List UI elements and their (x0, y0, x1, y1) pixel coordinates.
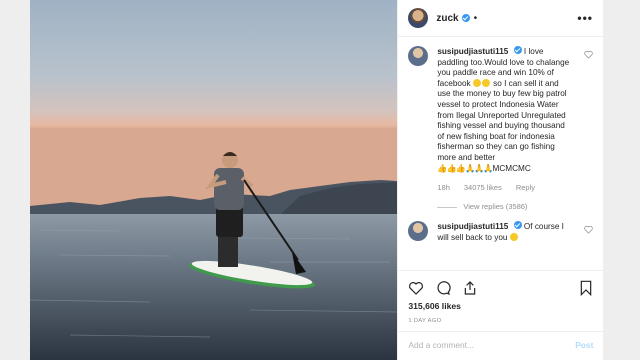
share-icon[interactable] (462, 280, 478, 296)
replies-divider (437, 206, 458, 208)
paddleboard-photo (30, 0, 398, 360)
post-header: zuck • ••• (398, 0, 603, 37)
commenter-username[interactable]: susipudjiastuti115 (437, 47, 508, 56)
comment-icon[interactable] (435, 280, 451, 296)
view-replies[interactable]: View replies (3586) (437, 202, 572, 213)
comment-text-end: MCMCMC (492, 163, 531, 173)
author-avatar[interactable] (408, 8, 429, 28)
heart-icon[interactable] (584, 50, 594, 59)
commenter-username[interactable]: susipudjiastuti115 (437, 222, 508, 231)
comment-input[interactable] (408, 340, 559, 350)
verified-badge-icon (513, 221, 522, 230)
instagram-post: zuck • ••• susipudjiastuti115 I love pad… (30, 0, 604, 360)
view-replies-label: View replies (3586) (463, 201, 528, 211)
comment-meta: 18h 34075 likes Reply (437, 183, 572, 194)
author-username[interactable]: zuck (436, 13, 458, 24)
header-separator: • (473, 12, 478, 24)
comment-item: susipudjiastuti115 Of course I will sell… (398, 212, 603, 243)
divider (398, 331, 604, 332)
comment-item: susipudjiastuti115 I love paddling too.W… (398, 37, 603, 212)
grin-emoji-icon (473, 78, 482, 87)
grin-emoji-icon (482, 78, 491, 87)
comment-text-cont: so I can sell it and use the money to bu… (437, 78, 567, 162)
add-comment-bar: Post (408, 340, 593, 350)
smile-emoji-icon (510, 232, 519, 241)
reply-button[interactable]: Reply (516, 183, 535, 194)
likes-count[interactable]: 315,606 likes (408, 301, 461, 311)
post-timestamp: 1 DAY AGO (408, 318, 442, 324)
post-photo[interactable] (30, 0, 398, 360)
heart-icon[interactable] (408, 280, 424, 296)
verified-badge-icon (513, 46, 522, 54)
more-options-icon[interactable]: ••• (577, 11, 593, 25)
comment-likes[interactable]: 34075 likes (464, 183, 502, 194)
verified-badge-icon (461, 14, 470, 22)
commenter-avatar[interactable] (408, 46, 429, 66)
comment-body: susipudjiastuti115 I love paddling too.W… (437, 46, 572, 212)
comment-body: susipudjiastuti115 Of course I will sell… (437, 221, 572, 243)
post-sidebar: zuck • ••• susipudjiastuti115 I love pad… (397, 0, 604, 360)
comment-age: 18h (437, 183, 450, 193)
commenter-avatar[interactable] (408, 221, 429, 242)
bookmark-icon[interactable] (579, 280, 593, 296)
heart-icon[interactable] (584, 225, 594, 234)
action-bar (408, 278, 593, 298)
hands-emoji-icon: 👍👍👍🙏🙏🙏 (437, 163, 493, 173)
post-comment-button[interactable]: Post (575, 340, 593, 350)
divider (398, 270, 604, 271)
comments-list: susipudjiastuti115 I love paddling too.W… (398, 37, 603, 269)
